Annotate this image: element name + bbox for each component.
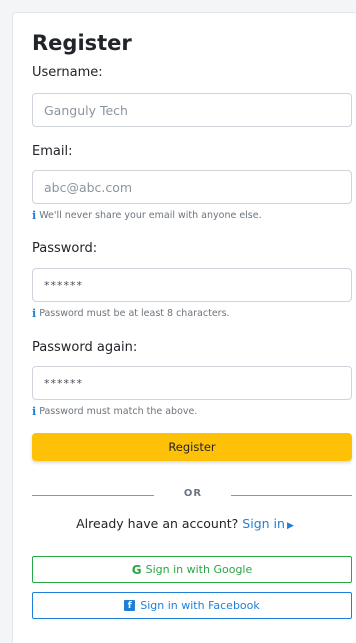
- password-hint-text: Password must be at least 8 characters.: [39, 308, 230, 319]
- google-icon: G: [131, 562, 142, 577]
- or-separator: OR: [183, 488, 203, 499]
- signin-prompt: Already have an account? Sign in ▶: [13, 515, 356, 535]
- register-button[interactable]: Register: [32, 433, 352, 461]
- facebook-signin-label: Sign in with Facebook: [140, 599, 260, 612]
- caret-right-icon: ▶: [286, 521, 294, 531]
- divider-left: [32, 495, 154, 496]
- info-icon: i: [32, 209, 37, 222]
- info-icon: i: [32, 405, 37, 418]
- password-again-hint: i Password must match the above.: [32, 405, 197, 418]
- password-label: Password:: [32, 241, 98, 256]
- account-prompt-text: Already have an account?: [76, 516, 239, 531]
- page-title: Register: [32, 31, 132, 55]
- password-input[interactable]: [32, 268, 352, 302]
- password-hint: i Password must be at least 8 characters…: [32, 307, 230, 320]
- password-again-input[interactable]: [32, 366, 352, 400]
- signin-link[interactable]: Sign in ▶: [242, 516, 294, 531]
- email-label: Email:: [32, 144, 73, 159]
- facebook-icon: f: [124, 600, 136, 611]
- google-signin-label: Sign in with Google: [145, 563, 253, 576]
- facebook-signin-button[interactable]: f Sign in with Facebook: [32, 592, 352, 619]
- password-again-hint-text: Password must match the above.: [39, 406, 198, 417]
- username-label: Username:: [32, 65, 103, 80]
- email-hint-text: We'll never share your email with anyone…: [39, 210, 262, 221]
- divider-right: [231, 495, 352, 496]
- signin-link-text: Sign in: [242, 516, 285, 531]
- info-icon: i: [32, 307, 37, 320]
- email-input[interactable]: [32, 170, 352, 204]
- password-again-label: Password again:: [32, 340, 138, 355]
- google-signin-button[interactable]: G Sign in with Google: [32, 556, 352, 583]
- email-hint: i We'll never share your email with anyo…: [32, 209, 262, 222]
- register-card: Register Username: Email: i We'll never …: [12, 12, 356, 643]
- username-input[interactable]: [32, 93, 352, 127]
